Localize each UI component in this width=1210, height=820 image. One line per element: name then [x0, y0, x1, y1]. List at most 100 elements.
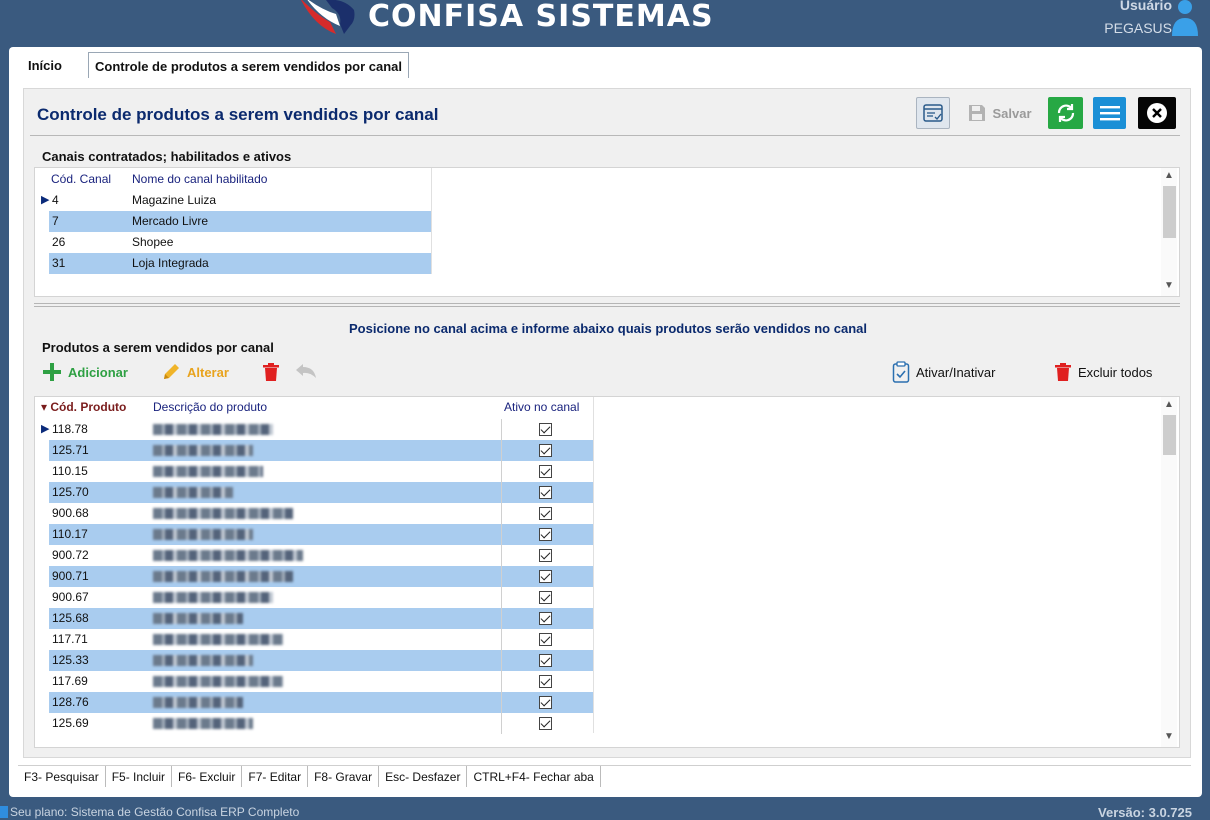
close-button[interactable]	[1138, 97, 1176, 129]
add-button[interactable]: Adicionar	[42, 361, 128, 383]
cell-divider	[501, 503, 502, 524]
active-checkbox[interactable]	[539, 507, 552, 520]
user-avatar-icon[interactable]	[1170, 0, 1200, 36]
channels-grid[interactable]: Cód. Canal Nome do canal habilitado ▶ 4 …	[34, 167, 1180, 297]
product-code: 125.69	[52, 716, 89, 730]
active-checkbox[interactable]	[539, 549, 552, 562]
scroll-down-icon[interactable]: ▼	[1163, 280, 1175, 291]
product-code: 900.67	[52, 590, 89, 604]
col-descricao[interactable]: Descrição do produto	[153, 400, 267, 414]
channel-row[interactable]: 7 Mercado Livre	[49, 211, 431, 232]
save-label: Salvar	[992, 105, 1032, 121]
active-checkbox[interactable]	[539, 591, 552, 604]
cell-divider	[501, 608, 502, 629]
products-grid[interactable]: ▾ Cód. Produto Descrição do produto Ativ…	[34, 396, 1180, 748]
product-row[interactable]: 117.71	[49, 629, 593, 650]
hint-text: Posicione no canal acima e informe abaix…	[349, 321, 867, 336]
product-row[interactable]: 125.70	[49, 482, 593, 503]
report-button[interactable]	[916, 97, 950, 129]
edit-button[interactable]: Alterar	[161, 361, 229, 383]
product-row[interactable]: 125.68	[49, 608, 593, 629]
row-indicator-icon: ▶	[41, 423, 50, 435]
scroll-up-icon[interactable]: ▲	[1163, 399, 1175, 410]
col-cod-produto[interactable]: ▾ Cód. Produto	[41, 400, 126, 414]
product-row[interactable]: 125.33	[49, 650, 593, 671]
redacted-description	[153, 508, 293, 519]
channel-code: 31	[52, 256, 66, 270]
splitter[interactable]	[34, 303, 1180, 307]
channel-row[interactable]: 4 Magazine Luiza	[49, 190, 431, 211]
product-row[interactable]: 128.76	[49, 692, 593, 713]
product-row[interactable]: 110.15	[49, 461, 593, 482]
active-checkbox[interactable]	[539, 528, 552, 541]
refresh-icon	[1057, 104, 1074, 122]
redacted-description	[153, 697, 243, 708]
redacted-description	[153, 592, 273, 603]
product-row[interactable]: 900.72	[49, 545, 593, 566]
col-ativo[interactable]: Ativo no canal	[504, 400, 579, 414]
products-group-title: Produtos a serem vendidos por canal	[42, 340, 274, 355]
version-text: Versão: 3.0.725	[1098, 805, 1192, 820]
refresh-button[interactable]	[1048, 97, 1083, 129]
product-row[interactable]: 118.78	[49, 419, 593, 440]
col-nome-canal[interactable]: Nome do canal habilitado	[132, 172, 267, 186]
active-checkbox[interactable]	[539, 444, 552, 457]
delete-all-button[interactable]: Excluir todos	[1054, 361, 1152, 383]
pencil-icon	[164, 364, 179, 379]
plan-marker	[0, 806, 8, 818]
cell-divider	[501, 713, 502, 734]
cell-divider	[501, 461, 502, 482]
tab-controle-produtos[interactable]: Controle de produtos a serem vendidos po…	[88, 52, 410, 78]
clipboard-check-icon	[892, 361, 910, 383]
channel-code: 26	[52, 235, 66, 249]
shortcut-bar: F3- Pesquisar F5- Incluir F6- Excluir F7- E…	[18, 765, 1191, 787]
undo-button[interactable]	[294, 361, 318, 383]
product-row[interactable]: 125.69	[49, 713, 593, 734]
edit-label: Alterar	[187, 364, 229, 380]
delete-button[interactable]	[262, 361, 280, 383]
active-checkbox[interactable]	[539, 696, 552, 709]
active-checkbox[interactable]	[539, 465, 552, 478]
channel-name: Magazine Luiza	[132, 193, 217, 207]
active-checkbox[interactable]	[539, 675, 552, 688]
active-checkbox[interactable]	[539, 633, 552, 646]
product-row[interactable]: 900.67	[49, 587, 593, 608]
channel-name: Shopee	[132, 235, 174, 249]
redacted-description	[153, 550, 303, 561]
delete-all-label: Excluir todos	[1078, 364, 1153, 380]
user-label: Usuário	[1119, 0, 1172, 13]
col-cod-canal[interactable]: Cód. Canal	[51, 172, 111, 186]
scroll-thumb[interactable]	[1163, 415, 1176, 455]
channel-code: 4	[52, 193, 59, 207]
product-row[interactable]: 900.68	[49, 503, 593, 524]
redacted-description	[153, 718, 253, 729]
menu-button[interactable]	[1093, 97, 1126, 129]
product-row[interactable]: 110.17	[49, 524, 593, 545]
redacted-description	[153, 466, 263, 477]
product-code: 900.71	[52, 569, 89, 583]
active-checkbox[interactable]	[539, 486, 552, 499]
save-button[interactable]: Salvar	[964, 97, 1036, 129]
active-checkbox[interactable]	[539, 717, 552, 730]
redacted-description	[153, 634, 283, 645]
active-checkbox[interactable]	[539, 423, 552, 436]
scroll-up-icon[interactable]: ▲	[1163, 170, 1175, 181]
scroll-down-icon[interactable]: ▼	[1163, 731, 1175, 742]
channel-row[interactable]: 31 Loja Integrada	[49, 253, 431, 274]
product-row[interactable]: 900.71	[49, 566, 593, 587]
product-code: 125.68	[52, 611, 89, 625]
toggle-active-button[interactable]: Ativar/Inativar	[892, 361, 995, 383]
active-checkbox[interactable]	[539, 654, 552, 667]
product-row[interactable]: 117.69	[49, 671, 593, 692]
product-row[interactable]: 125.71	[49, 440, 593, 461]
scroll-thumb[interactable]	[1163, 186, 1176, 238]
channel-row[interactable]: 26 Shopee	[49, 232, 431, 253]
tab-inicio[interactable]: Início	[22, 52, 78, 78]
cell-divider	[501, 650, 502, 671]
products-scrollbar[interactable]: ▲ ▼	[1161, 397, 1177, 747]
user-name: PEGASUS	[1104, 20, 1172, 36]
active-checkbox[interactable]	[539, 570, 552, 583]
channels-scrollbar[interactable]: ▲ ▼	[1161, 168, 1177, 296]
channel-name: Mercado Livre	[132, 214, 209, 228]
active-checkbox[interactable]	[539, 612, 552, 625]
